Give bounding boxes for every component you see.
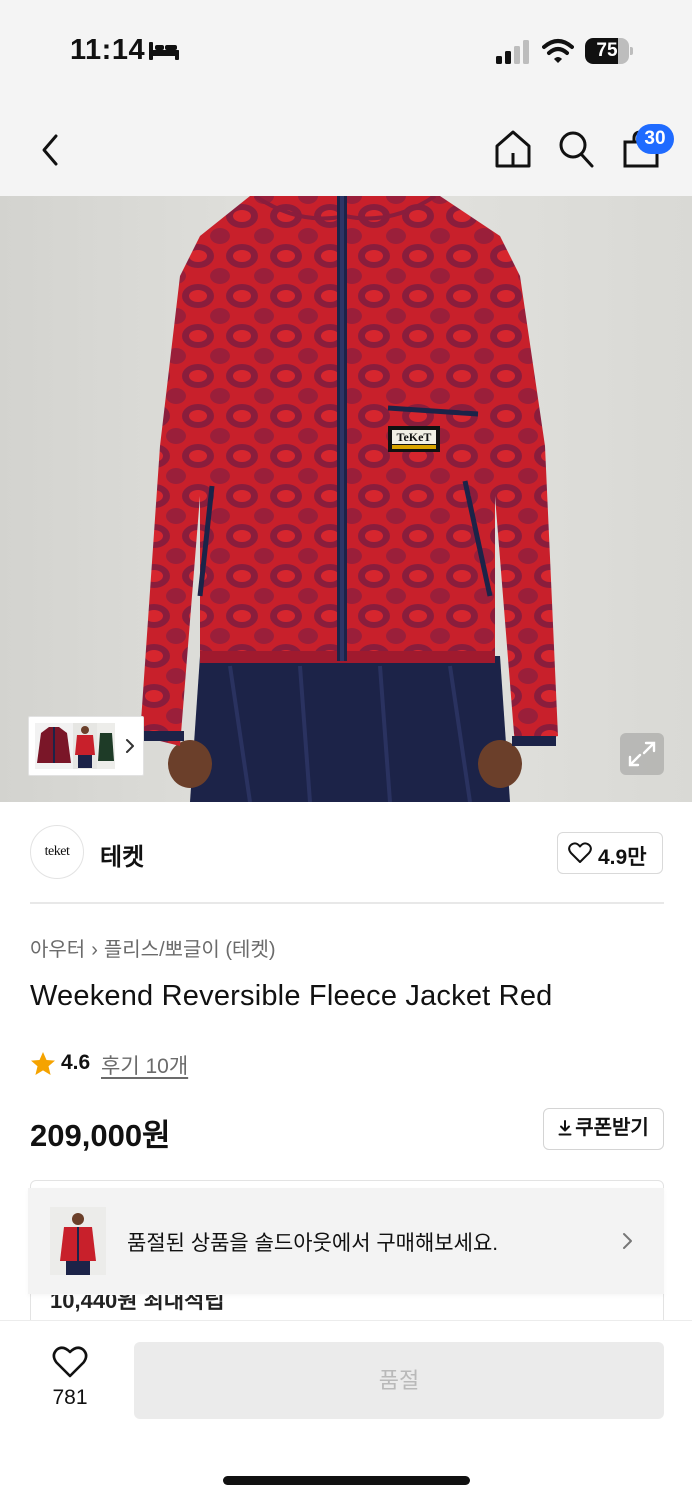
battery-percent: 75 — [596, 40, 618, 61]
bed-icon — [149, 42, 179, 60]
jacket-photo: TeKeT — [0, 196, 692, 802]
search-icon[interactable] — [556, 128, 596, 170]
product-image[interactable]: TeKeT — [0, 196, 692, 802]
rating-value: 4.6 — [61, 1051, 91, 1074]
coupon-button[interactable]: 쿠폰받기 — [543, 1108, 664, 1150]
back-icon[interactable] — [34, 128, 66, 172]
brand-logo-text: teket — [44, 844, 70, 859]
home-indicator[interactable] — [223, 1476, 470, 1485]
expand-image-button[interactable] — [620, 733, 664, 775]
status-time: 11:14 — [70, 34, 146, 66]
chevron-right-icon[interactable] — [620, 1230, 636, 1252]
expand-icon — [628, 741, 656, 767]
signal-icon — [496, 40, 529, 64]
star-icon — [31, 1052, 55, 1075]
review-link[interactable]: 후기 10개 — [101, 1050, 188, 1080]
brand-like-button[interactable]: 4.9만 — [557, 832, 663, 874]
product-price: 209,000원 — [30, 1118, 171, 1153]
battery-indicator: 75 — [585, 38, 633, 64]
breadcrumb: 아우터 › 플리스/뽀글이 (테켓) — [30, 933, 276, 962]
divider — [30, 902, 664, 904]
thumbnail-front[interactable] — [35, 723, 73, 769]
breadcrumb-sub-category[interactable]: 플리스/뽀글이 (테켓) — [104, 939, 276, 961]
home-icon[interactable] — [492, 128, 534, 170]
brand-name[interactable]: 테켓 — [100, 837, 144, 872]
wifi-icon — [542, 39, 574, 63]
soldout-banner-text: 품절된 상품을 솔드아웃에서 구매해보세요. — [127, 1232, 499, 1255]
download-icon — [558, 1120, 572, 1136]
heart-icon[interactable] — [52, 1345, 88, 1379]
chevron-right-icon[interactable] — [122, 736, 138, 756]
svg-text:TeKeT: TeKeT — [397, 430, 432, 444]
brand-logo[interactable]: teket — [30, 825, 84, 879]
thumbnail-green[interactable] — [97, 723, 115, 769]
thumbnail-model[interactable] — [73, 723, 97, 769]
soldout-product-thumbnail — [50, 1207, 106, 1275]
cart-count-badge: 30 — [636, 124, 674, 154]
chevron-right-icon: › — [91, 939, 98, 961]
product-like-count: 781 — [52, 1386, 88, 1409]
heart-icon — [568, 842, 592, 863]
breadcrumb-main-category[interactable]: 아우터 — [30, 939, 85, 961]
brand-like-count: 4.9만 — [598, 846, 647, 869]
coupon-label: 쿠폰받기 — [575, 1117, 649, 1139]
product-title: Weekend Reversible Fleece Jacket Red — [30, 980, 553, 1012]
soldout-button[interactable]: 품절 — [134, 1342, 664, 1419]
